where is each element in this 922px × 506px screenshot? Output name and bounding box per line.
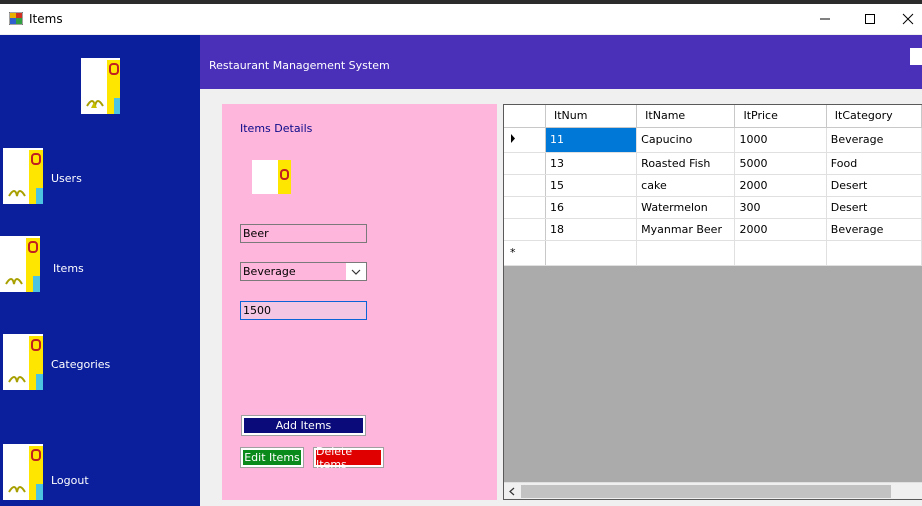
item-price-input[interactable]: 1500 — [240, 301, 367, 320]
maximize-button[interactable] — [855, 8, 885, 30]
table-row[interactable]: 11 Capucino 1000 Beverage — [504, 127, 922, 153]
new-row-asterisk-icon: * — [510, 246, 516, 259]
item-image — [252, 160, 291, 194]
horizontal-scrollbar[interactable] — [504, 482, 922, 499]
edit-items-label: Edit Items — [243, 450, 301, 465]
table-row[interactable]: 13 Roasted Fish 5000 Food — [504, 152, 922, 175]
app-title: Restaurant Management System — [209, 59, 390, 72]
corner-header — [504, 105, 546, 128]
item-name-input[interactable]: Beer — [240, 224, 367, 243]
edit-items-button[interactable]: Edit Items — [240, 447, 304, 468]
sidebar-item-label: Categories — [51, 358, 111, 371]
table-cell[interactable]: 300 — [734, 196, 827, 219]
items-details-panel: Items Details Beer Beverage 1500 Add Ite… — [222, 104, 497, 500]
maximize-icon — [865, 14, 875, 24]
sidebar-item-label: Items — [53, 262, 84, 275]
table-cell[interactable] — [826, 240, 922, 266]
restaurant-logo-image — [81, 58, 120, 114]
row-header[interactable] — [504, 218, 546, 241]
minimize-button[interactable] — [810, 8, 840, 30]
close-button[interactable] — [893, 8, 922, 30]
table-cell[interactable] — [636, 240, 736, 266]
table-cell[interactable]: 13 — [545, 152, 638, 175]
items-table: ItNum ItName ItPrice ItCategory 11 Capuc… — [504, 105, 922, 266]
table-cell[interactable]: 15 — [545, 174, 638, 197]
table-row[interactable]: 16 Watermelon 300 Desert — [504, 196, 922, 219]
chevron-left-icon[interactable] — [508, 487, 516, 496]
row-header[interactable] — [504, 152, 546, 175]
app-header: Restaurant Management System — [200, 35, 922, 89]
chevron-down-icon[interactable] — [349, 264, 363, 279]
row-header[interactable] — [504, 174, 546, 197]
table-cell[interactable]: 16 — [545, 196, 638, 219]
delete-items-label: Delete Items — [316, 445, 381, 471]
selected-category: Beverage — [241, 263, 346, 280]
table-cell[interactable]: Beverage — [826, 218, 922, 241]
table-cell[interactable]: Desert — [826, 196, 922, 219]
table-cell[interactable]: Desert — [826, 174, 922, 197]
table-row[interactable]: 15 cake 2000 Desert — [504, 174, 922, 197]
delete-items-button[interactable]: Delete Items — [313, 445, 384, 471]
users-icon — [3, 148, 43, 204]
table-cell[interactable]: 1000 — [734, 127, 827, 153]
table-cell[interactable]: Myanmar Beer — [636, 218, 736, 241]
sidebar-item-label: Logout — [51, 474, 89, 487]
table-cell[interactable]: Roasted Fish — [636, 152, 736, 175]
header-box — [910, 48, 922, 65]
table-cell[interactable] — [734, 240, 827, 266]
table-cell[interactable]: 5000 — [734, 152, 827, 175]
sidebar-item-label: Users — [51, 172, 82, 185]
app-icon — [9, 12, 23, 25]
table-cell[interactable] — [545, 240, 638, 266]
new-row[interactable]: * — [504, 240, 922, 266]
column-header[interactable]: ItCategory — [826, 105, 922, 128]
column-header[interactable]: ItNum — [545, 105, 638, 128]
table-cell[interactable]: Beverage — [826, 127, 922, 153]
table-cell[interactable]: Watermelon — [636, 196, 736, 219]
current-row-icon — [511, 133, 515, 143]
table-cell[interactable]: 2000 — [734, 174, 827, 197]
logout-icon — [3, 444, 43, 500]
table-cell[interactable]: Food — [826, 152, 922, 175]
close-icon — [902, 13, 914, 25]
items-data-grid[interactable]: ItNum ItName ItPrice ItCategory 11 Capuc… — [503, 104, 922, 500]
items-icon — [0, 236, 40, 292]
title-bar: Items — [0, 4, 922, 34]
panel-title: Items Details — [240, 122, 313, 135]
table-cell[interactable]: cake — [636, 174, 736, 197]
window-title: Items — [29, 12, 63, 26]
minimize-icon — [820, 18, 830, 20]
column-header[interactable]: ItName — [636, 105, 736, 128]
row-header[interactable]: * — [504, 240, 546, 266]
categories-icon — [3, 334, 43, 390]
column-header[interactable]: ItPrice — [734, 105, 827, 128]
add-items-label: Add Items — [244, 418, 363, 433]
table-cell[interactable]: 11 — [545, 127, 638, 153]
table-header-row: ItNum ItName ItPrice ItCategory — [504, 105, 922, 128]
table-cell[interactable]: 18 — [545, 218, 638, 241]
item-category-select[interactable]: Beverage — [240, 262, 367, 281]
sidebar: Users Items Categories Logout — [0, 35, 200, 506]
table-row[interactable]: 18 Myanmar Beer 2000 Beverage — [504, 218, 922, 241]
row-header[interactable] — [504, 127, 546, 153]
table-cell[interactable]: 2000 — [734, 218, 827, 241]
row-header[interactable] — [504, 196, 546, 219]
scrollbar-thumb[interactable] — [521, 485, 891, 498]
add-items-button[interactable]: Add Items — [241, 415, 366, 436]
svg-text:*: * — [510, 246, 516, 259]
table-cell[interactable]: Capucino — [636, 127, 736, 153]
